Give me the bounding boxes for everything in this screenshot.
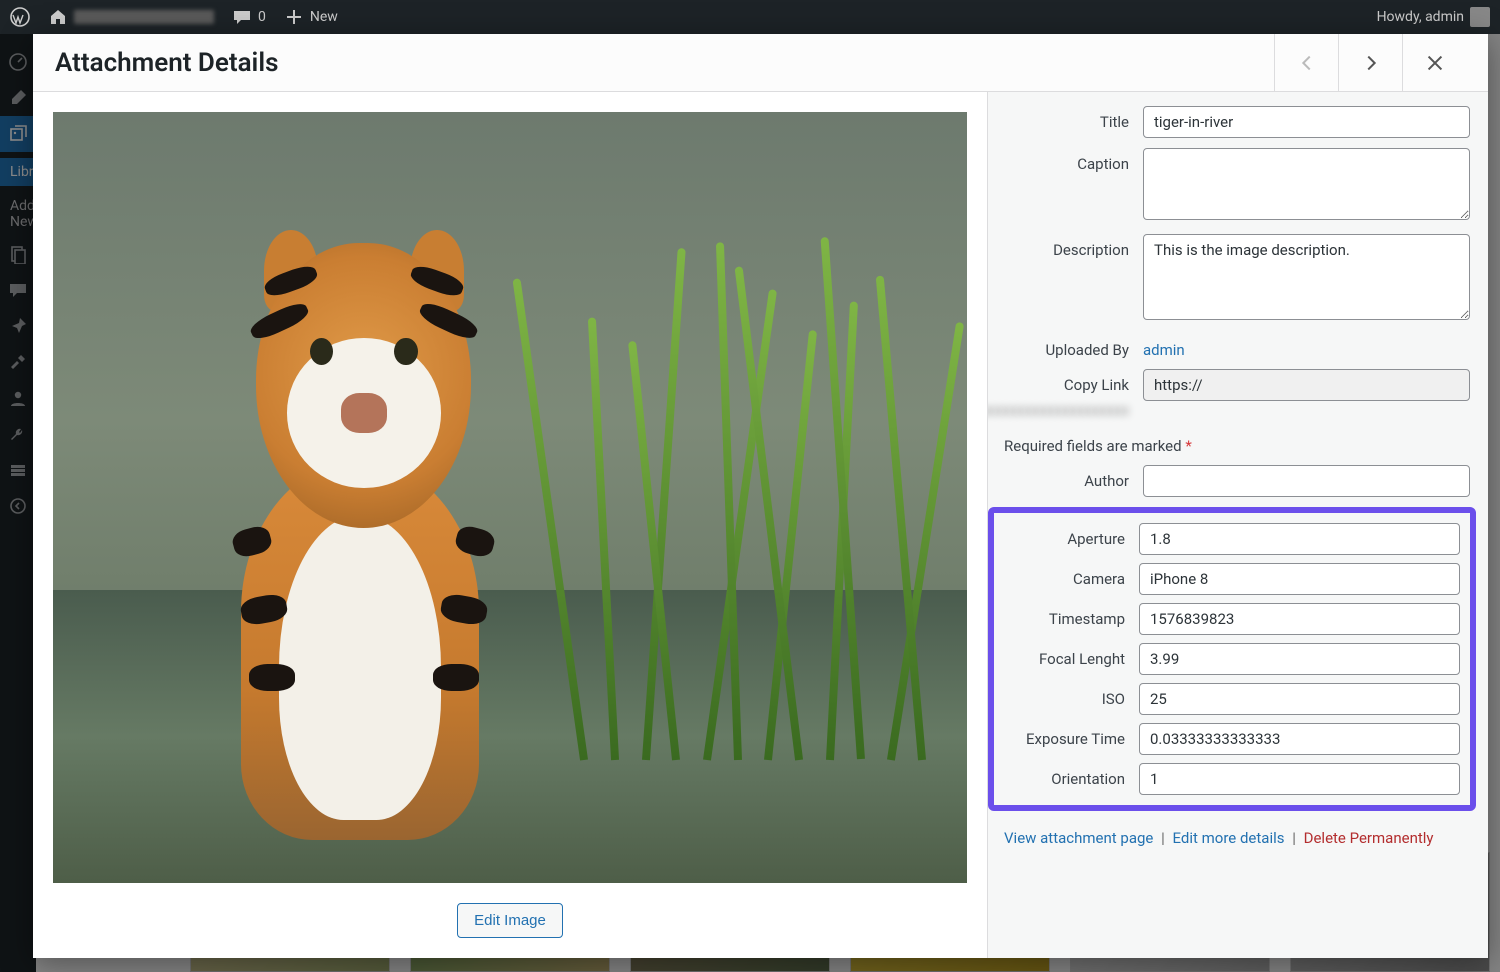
uploadedby-label: Uploaded By (998, 334, 1143, 359)
title-label: Title (998, 106, 1143, 131)
author-label: Author (998, 465, 1143, 490)
exif-highlight: Aperture Camera Timestamp Focal Lenght I… (988, 507, 1476, 811)
description-label: Description (998, 234, 1143, 259)
orientation-input[interactable] (1139, 763, 1460, 795)
attachment-actions: View attachment page | Edit more details… (1004, 829, 1470, 847)
timestamp-label: Timestamp (994, 603, 1139, 628)
copylink-label: Copy Link (998, 369, 1143, 394)
prev-button[interactable] (1274, 34, 1338, 92)
modal-nav (1274, 34, 1466, 92)
chevron-right-icon (1360, 52, 1382, 74)
modal-title: Attachment Details (55, 48, 278, 78)
required-note: Required fields are marked * (1004, 437, 1470, 455)
comments-icon[interactable]: 0 (232, 7, 266, 27)
sep: | (1292, 829, 1296, 847)
howdy-text: Howdy, admin (1377, 9, 1464, 25)
focal-input[interactable] (1139, 643, 1460, 675)
close-icon (1424, 52, 1446, 74)
iso-label: ISO (994, 683, 1139, 708)
media-preview-pane: Edit Image (33, 92, 988, 958)
attachment-details-pane: Title Caption Description This is the im… (988, 92, 1488, 958)
focal-label: Focal Lenght (994, 643, 1139, 668)
howdy-link[interactable]: Howdy, admin (1377, 7, 1490, 27)
avatar (1470, 7, 1490, 27)
copylink-input[interactable] (1143, 369, 1470, 401)
required-asterisk: * (1185, 437, 1191, 455)
chevron-left-icon (1296, 52, 1318, 74)
caption-label: Caption (998, 148, 1143, 173)
home-icon[interactable] (48, 7, 214, 27)
edit-more-link[interactable]: Edit more details (1173, 829, 1285, 847)
admin-bar: 0 New Howdy, admin (0, 0, 1500, 34)
attachment-image (53, 112, 967, 883)
exposure-input[interactable] (1139, 723, 1460, 755)
view-attachment-link[interactable]: View attachment page (1004, 829, 1153, 847)
sep: | (1161, 829, 1165, 847)
title-input[interactable] (1143, 106, 1470, 138)
timestamp-input[interactable] (1139, 603, 1460, 635)
orientation-label: Orientation (994, 763, 1139, 788)
author-input[interactable] (1143, 465, 1470, 497)
next-button[interactable] (1338, 34, 1402, 92)
required-text: Required fields are marked (1004, 437, 1182, 455)
camera-input[interactable] (1139, 563, 1460, 595)
camera-label: Camera (994, 563, 1139, 588)
new-label: New (310, 9, 338, 25)
uploadedby-value[interactable]: admin (1143, 334, 1470, 359)
caption-input[interactable] (1143, 148, 1470, 220)
description-input[interactable]: This is the image description. (1143, 234, 1470, 320)
iso-input[interactable] (1139, 683, 1460, 715)
modal-header: Attachment Details (33, 34, 1488, 92)
delete-link[interactable]: Delete Permanently (1304, 829, 1434, 847)
edit-image-button[interactable]: Edit Image (457, 903, 563, 938)
new-button[interactable]: New (284, 7, 338, 27)
attachment-details-modal: Attachment Details (33, 34, 1488, 958)
close-button[interactable] (1402, 34, 1466, 92)
comment-count: 0 (258, 9, 266, 25)
aperture-label: Aperture (994, 523, 1139, 548)
exposure-label: Exposure Time (994, 723, 1139, 748)
wp-logo-icon[interactable] (10, 7, 30, 27)
aperture-input[interactable] (1139, 523, 1460, 555)
